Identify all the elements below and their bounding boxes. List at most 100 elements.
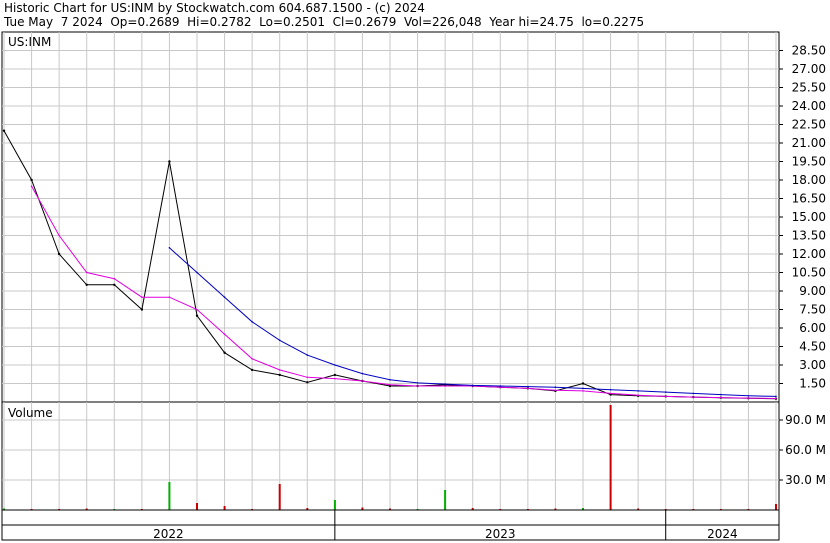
ma-short-series-line-point <box>609 392 612 395</box>
ma-short-series-line-point <box>416 385 419 387</box>
volume-bar <box>444 490 447 510</box>
ma-short-series-line-point <box>30 185 33 187</box>
price-series-line-point <box>85 283 88 286</box>
ma-short-series-line-point <box>361 380 364 382</box>
ma-short-series-line-point <box>85 271 88 274</box>
ma-short-series-line-point <box>444 385 446 387</box>
ma-short-series-line-point <box>664 395 667 398</box>
price-tick-label: 1.50 <box>799 377 826 391</box>
price-series-line-point <box>30 178 33 182</box>
price-tick-label: 10.50 <box>792 266 826 280</box>
ma-long-series-line-point <box>527 385 529 388</box>
price-panel-title: US:INM <box>8 35 51 49</box>
ma-short-series-line-point <box>278 369 281 371</box>
price-series-line-point <box>306 381 309 384</box>
price-tick-label: 15.00 <box>792 210 826 224</box>
price-tick-label: 13.50 <box>792 229 826 243</box>
price-tick-label: 18.00 <box>792 173 826 187</box>
year-label: 2024 <box>707 527 738 541</box>
price-series-line-point <box>278 373 281 377</box>
ma-long-series-line-point <box>720 393 722 396</box>
price-tick-label: 21.00 <box>792 136 826 150</box>
volume-bar <box>609 405 612 510</box>
price-series-line-point <box>250 368 254 372</box>
price-series-line-point <box>168 160 171 163</box>
price-tick-label: 7.50 <box>799 303 826 317</box>
ma-long-series-line-point <box>747 395 750 397</box>
ma-long-series-line-point <box>416 382 419 384</box>
ma-long-series-line-point <box>306 354 309 356</box>
ma-short-series-line-point <box>58 234 60 237</box>
price-tick-label: 3.00 <box>799 358 826 372</box>
price-axis: 28.50 27.00 25.50 24.00 22.50 21.00 19.50 18.00… <box>779 44 826 391</box>
price-series-line-point <box>57 252 61 256</box>
ma-long-series-line-point <box>334 364 336 366</box>
price-series-line-point <box>2 129 6 132</box>
ma-short-series-line-point <box>747 397 750 399</box>
price-tick-label: 12.00 <box>792 247 826 261</box>
ma-long-series-line-point <box>582 387 584 390</box>
price-series-line-point <box>113 283 116 286</box>
ma-short-series-line-point <box>168 296 171 299</box>
ma-short-series-line-point <box>775 397 777 400</box>
price-tick-label: 24.00 <box>792 99 826 113</box>
ma-long-series-line-point <box>251 321 253 323</box>
price-tick-label: 16.50 <box>792 192 826 206</box>
ma-short-series-line-point <box>196 308 198 311</box>
price-grid <box>2 32 779 402</box>
ma-short-series-line-point <box>692 396 695 398</box>
volume-bar <box>196 503 198 510</box>
chart-window: Historic Chart for US:INM by Stockwatch.… <box>0 0 830 543</box>
ma-short-series-line-point <box>554 389 557 392</box>
ma-short-series-line-point <box>720 396 722 399</box>
ma-short-series-line-point <box>637 394 639 397</box>
price-series-line-point <box>195 314 199 317</box>
price-series-line-point <box>223 351 226 354</box>
ma-long-series-line-point <box>196 271 198 274</box>
volume-panel-title: Volume <box>8 406 53 420</box>
price-tick-label: 4.50 <box>799 340 826 354</box>
price-series-line-point <box>333 373 337 377</box>
ma-short-series-line-point <box>251 358 253 360</box>
ma-short-series-line-point <box>582 390 584 392</box>
historic-chart: 28.50 27.00 25.50 24.00 22.50 21.00 19.50 18.00… <box>1 31 826 541</box>
ma-long-series-line-point <box>499 385 502 387</box>
year-label: 2022 <box>153 527 184 541</box>
price-series-line-point <box>140 308 144 311</box>
volume-bar <box>333 500 336 510</box>
price-tick-label: 9.00 <box>799 284 826 298</box>
volume-bar <box>775 504 777 510</box>
volume-tick-label: 90.0 M <box>785 413 826 427</box>
volume-tick-label: 60.0 M <box>785 443 826 457</box>
ma-short-series-line-point <box>113 277 116 280</box>
volume-bar <box>168 482 171 510</box>
ma-short-series-line-point <box>527 387 529 390</box>
ma-short-series-line-point <box>306 376 309 379</box>
price-tick-label: 28.50 <box>792 44 826 58</box>
price-tick-label: 22.50 <box>792 118 826 132</box>
ma-long-series-line-point <box>775 395 777 398</box>
ma-long-series-line-point <box>637 390 639 392</box>
ma-long-series-line-point <box>168 247 171 249</box>
ma-long-series-line-point <box>278 339 281 342</box>
volume-axis: 90.0 M 60.0 M 30.0 M <box>779 413 826 487</box>
ma-long-series-line-point <box>664 391 667 393</box>
ma-long-series-line-point <box>609 388 612 391</box>
year-label: 2023 <box>485 527 516 541</box>
ma-long-series-line-point <box>444 383 446 385</box>
volume-bar <box>278 484 281 510</box>
price-tick-label: 19.50 <box>792 155 826 169</box>
volume-bar <box>223 506 226 510</box>
ma-long-series-line-point <box>554 386 557 389</box>
ma-short-series-line-point <box>334 377 336 380</box>
price-tick-label: 6.00 <box>799 321 826 335</box>
ma-long-series-line-point <box>471 384 474 387</box>
ma-short-series-line-point <box>141 296 143 299</box>
volume-tick-label: 30.0 M <box>785 473 826 487</box>
ma-long-series-line-point <box>223 296 226 299</box>
ma-short-series-line-point <box>223 333 226 336</box>
ma-long-series-line-point <box>692 392 695 395</box>
ma-long-series-line-point <box>389 379 391 381</box>
price-tick-label: 27.00 <box>792 62 826 76</box>
ma-long-series-line-point <box>361 372 364 375</box>
